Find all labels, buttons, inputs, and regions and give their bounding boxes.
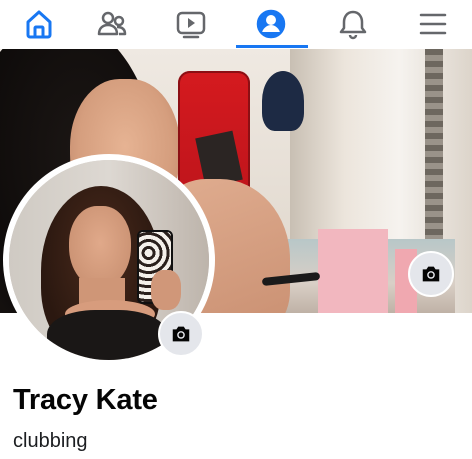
profile-bio: clubbing xyxy=(13,430,88,452)
profile-name: Tracy Kate xyxy=(13,384,158,416)
bell-icon xyxy=(339,10,367,40)
camera-icon xyxy=(422,266,440,282)
active-tab-indicator xyxy=(236,45,308,48)
top-navigation-bar xyxy=(0,0,472,48)
friends-icon xyxy=(97,11,127,36)
nav-menu[interactable] xyxy=(394,0,472,48)
nav-watch[interactable] xyxy=(152,0,230,48)
video-icon xyxy=(176,11,206,39)
nav-profile[interactable] xyxy=(232,0,310,48)
profile-icon xyxy=(256,9,286,39)
hamburger-menu-icon xyxy=(419,13,447,35)
nav-notifications[interactable] xyxy=(314,0,392,48)
camera-icon xyxy=(172,326,190,342)
edit-cover-photo-button[interactable] xyxy=(408,251,454,297)
nav-friends[interactable] xyxy=(73,0,151,48)
edit-profile-picture-button[interactable] xyxy=(158,311,204,357)
nav-home[interactable] xyxy=(0,0,78,48)
home-icon xyxy=(26,10,52,39)
